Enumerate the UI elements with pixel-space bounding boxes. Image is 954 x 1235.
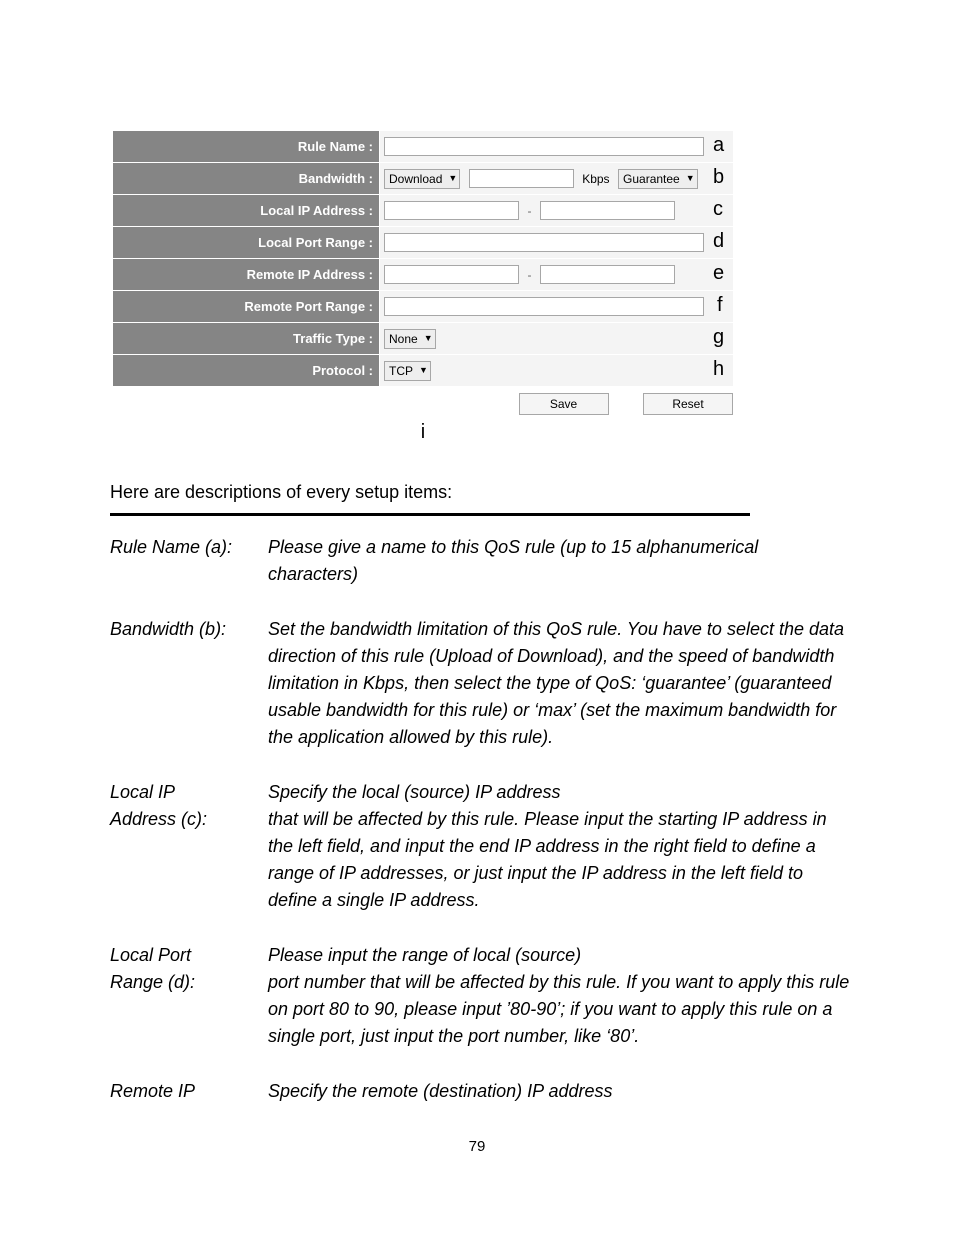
local-port-input[interactable] xyxy=(384,233,704,252)
desc-remote-ip: Specify the remote (destination) IP addr… xyxy=(268,1078,850,1105)
remote-ip-end-input[interactable] xyxy=(540,265,675,284)
callout-b: b xyxy=(713,166,724,189)
label-remote-ip: Remote IP Address : xyxy=(113,259,380,291)
field-bandwidth: Download ▼ Kbps Guarantee ▼ xyxy=(380,163,734,195)
remote-ip-start-input[interactable] xyxy=(384,265,519,284)
chevron-down-icon: ▼ xyxy=(419,366,428,375)
term-bandwidth: Bandwidth (b): xyxy=(110,616,268,751)
field-protocol: TCP ▼ xyxy=(380,355,734,387)
callout-h: h xyxy=(713,358,724,381)
chevron-down-icon: ▼ xyxy=(424,334,433,343)
qos-form-screenshot: Rule Name : Bandwidth : Download ▼ Kbps … xyxy=(113,130,844,444)
range-separator: - xyxy=(527,204,531,218)
callout-c: c xyxy=(713,198,723,221)
term-local-ip-1: Local IP xyxy=(110,779,268,806)
label-rule-name: Rule Name : xyxy=(113,131,380,163)
remote-port-input[interactable] xyxy=(384,297,704,316)
desc-local-port-2: port number that will be affected by thi… xyxy=(268,969,850,1050)
callout-e: e xyxy=(713,262,724,285)
bandwidth-unit: Kbps xyxy=(582,172,609,186)
field-remote-ip: - xyxy=(380,259,734,291)
term-local-ip-2: Address (c): xyxy=(110,806,268,914)
local-ip-end-input[interactable] xyxy=(540,201,675,220)
callout-a: a xyxy=(713,134,724,157)
traffic-type-value: None xyxy=(389,332,418,346)
field-local-ip: - xyxy=(380,195,734,227)
field-traffic-type: None ▼ xyxy=(380,323,734,355)
reset-button[interactable]: Reset xyxy=(643,393,733,415)
label-local-port: Local Port Range : xyxy=(113,227,380,259)
protocol-select[interactable]: TCP ▼ xyxy=(384,361,431,381)
label-local-ip: Local IP Address : xyxy=(113,195,380,227)
qos-form-table: Rule Name : Bandwidth : Download ▼ Kbps … xyxy=(113,130,733,387)
chevron-down-icon: ▼ xyxy=(686,174,695,183)
protocol-value: TCP xyxy=(389,364,413,378)
bandwidth-value-input[interactable] xyxy=(469,169,574,188)
term-local-port-2: Range (d): xyxy=(110,969,268,1050)
letter-i: i xyxy=(113,421,733,444)
label-traffic-type: Traffic Type : xyxy=(113,323,380,355)
bandwidth-type-select[interactable]: Guarantee ▼ xyxy=(618,169,698,189)
divider xyxy=(110,513,750,516)
callout-d: d xyxy=(713,230,724,253)
label-bandwidth: Bandwidth : xyxy=(113,163,380,195)
page: Rule Name : Bandwidth : Download ▼ Kbps … xyxy=(0,0,954,1235)
field-rule-name xyxy=(380,131,734,163)
intro-text: Here are descriptions of every setup ite… xyxy=(110,482,844,503)
desc-local-ip-1: Specify the local (source) IP address xyxy=(268,779,850,806)
label-protocol: Protocol : xyxy=(113,355,380,387)
traffic-type-select[interactable]: None ▼ xyxy=(384,329,436,349)
save-button[interactable]: Save xyxy=(519,393,609,415)
label-remote-port: Remote Port Range : xyxy=(113,291,380,323)
term-remote-ip: Remote IP xyxy=(110,1078,268,1105)
button-row: Save Reset xyxy=(113,387,773,415)
chevron-down-icon: ▼ xyxy=(448,174,457,183)
page-number: 79 xyxy=(0,1138,954,1155)
range-separator: - xyxy=(527,268,531,282)
desc-local-port-1: Please input the range of local (source) xyxy=(268,942,850,969)
term-local-port-1: Local Port xyxy=(110,942,268,969)
descriptions-table: Rule Name (a): Please give a name to thi… xyxy=(110,534,850,1105)
desc-rule-name: Please give a name to this QoS rule (up … xyxy=(268,534,850,588)
field-remote-port xyxy=(380,291,734,323)
callout-f: f xyxy=(717,294,723,317)
bandwidth-direction-value: Download xyxy=(389,172,442,186)
local-ip-start-input[interactable] xyxy=(384,201,519,220)
bandwidth-type-value: Guarantee xyxy=(623,172,680,186)
term-rule-name: Rule Name (a): xyxy=(110,534,268,588)
desc-local-ip-2: that will be affected by this rule. Plea… xyxy=(268,806,850,914)
desc-bandwidth: Set the bandwidth limitation of this QoS… xyxy=(268,616,850,751)
field-local-port xyxy=(380,227,734,259)
bandwidth-direction-select[interactable]: Download ▼ xyxy=(384,169,460,189)
callout-g: g xyxy=(713,326,724,349)
rule-name-input[interactable] xyxy=(384,137,704,156)
